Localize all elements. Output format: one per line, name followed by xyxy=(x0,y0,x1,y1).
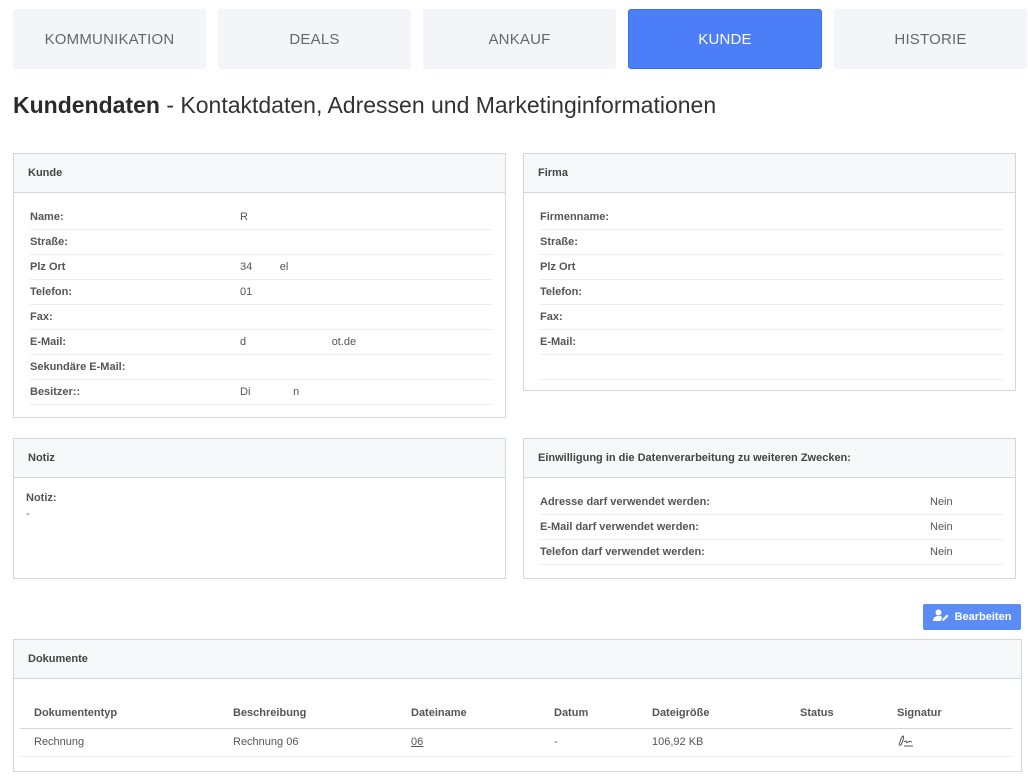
notiz-panel-title: Notiz xyxy=(14,439,505,478)
firma-label-plz-ort: Plz Ort xyxy=(540,261,576,273)
kunde-label-name: Name: xyxy=(30,211,64,223)
consent-value-adresse: Nein xyxy=(930,496,953,508)
firma-row-empty xyxy=(540,355,1003,380)
cell-dokumententyp: Rechnung xyxy=(20,728,219,757)
col-signatur: Signatur xyxy=(883,698,1012,729)
kunde-row-plz-ort: Plz Ort 34 el xyxy=(30,255,492,280)
kunde-value-plz-ort: 34 el xyxy=(240,261,289,273)
kunde-row-besitzer: Besitzer:: Di n xyxy=(30,380,492,405)
kunde-row-name: Name: R xyxy=(30,205,492,230)
cell-status xyxy=(786,728,883,757)
edit-button[interactable]: Bearbeiten xyxy=(923,604,1021,630)
tab-kunde[interactable]: KUNDE xyxy=(628,9,822,69)
cell-beschreibung: Rechnung 06 xyxy=(219,728,397,757)
kunde-row-fax: Fax: xyxy=(30,305,492,330)
document-file-link[interactable]: 06 xyxy=(411,736,423,748)
kunde-label-besitzer: Besitzer:: xyxy=(30,386,81,398)
documents-table: Dokumententyp Beschreibung Dateiname Dat… xyxy=(20,698,1012,757)
col-dokumententyp: Dokumententyp xyxy=(20,698,219,729)
firma-row-email: E-Mail: xyxy=(540,330,1003,355)
consent-row-adresse: Adresse darf verwendet werden: Nein xyxy=(540,490,1003,515)
kunde-label-strasse: Straße: xyxy=(30,236,68,248)
user-edit-icon xyxy=(932,609,949,625)
edit-button-label: Bearbeiten xyxy=(954,611,1012,623)
tab-deals[interactable]: DEALS xyxy=(218,9,411,69)
firma-row-firmenname: Firmenname: xyxy=(540,205,1003,230)
firma-row-telefon: Telefon: xyxy=(540,280,1003,305)
tab-ankauf[interactable]: ANKAUF xyxy=(423,9,616,69)
firma-row-strasse: Straße: xyxy=(540,230,1003,255)
kunde-label-sekundaer-email: Sekundäre E-Mail: xyxy=(30,361,126,373)
notiz-label: Notiz: xyxy=(26,492,57,504)
kunde-label-fax: Fax: xyxy=(30,311,53,323)
cell-datum: - xyxy=(540,728,638,757)
kunde-label-telefon: Telefon: xyxy=(30,286,72,298)
col-dateiname: Dateiname xyxy=(397,698,540,729)
col-datum: Datum xyxy=(540,698,638,729)
consent-panel-title: Einwilligung in die Datenverarbeitung zu… xyxy=(524,439,1015,478)
kunde-value-email: d ot.de xyxy=(240,336,357,348)
firma-row-plz-ort: Plz Ort xyxy=(540,255,1003,280)
tab-historie[interactable]: HISTORIE xyxy=(834,9,1027,69)
page-title-bold: Kundendaten xyxy=(13,92,160,118)
signature-icon[interactable] xyxy=(897,734,915,751)
page-title-rest: - Kontaktdaten, Adressen und Marketingin… xyxy=(159,92,717,118)
dokumente-panel-title: Dokumente xyxy=(14,640,1021,679)
firma-label-strasse: Straße: xyxy=(540,236,578,248)
firma-label-telefon: Telefon: xyxy=(540,286,582,298)
consent-label-email: E-Mail darf verwendet werden: xyxy=(540,521,699,533)
kunde-value-besitzer: Di n xyxy=(240,386,300,398)
kunde-label-email: E-Mail: xyxy=(30,336,67,348)
cell-dateigroesse: 106,92 KB xyxy=(638,728,786,757)
firma-label-email: E-Mail: xyxy=(540,336,577,348)
firma-panel-title: Firma xyxy=(524,154,1015,193)
consent-row-telefon: Telefon darf verwendet werden: Nein xyxy=(540,540,1003,565)
firma-row-fax: Fax: xyxy=(540,305,1003,330)
firma-label-fax: Fax: xyxy=(540,311,563,323)
kunde-row-strasse: Straße: xyxy=(30,230,492,255)
kunde-row-sekundaer-email: Sekundäre E-Mail: xyxy=(30,355,492,380)
firma-label-firmenname: Firmenname: xyxy=(540,211,610,223)
consent-label-telefon: Telefon darf verwendet werden: xyxy=(540,546,705,558)
consent-panel: Einwilligung in die Datenverarbeitung zu… xyxy=(523,438,1016,579)
firma-panel: Firma Firmenname: Straße: Plz Ort Telefo… xyxy=(523,153,1016,391)
table-row: Rechnung Rechnung 06 06 - 106,92 KB xyxy=(20,728,1012,757)
notiz-panel: Notiz Notiz: - xyxy=(13,438,506,579)
consent-row-email: E-Mail darf verwendet werden: Nein xyxy=(540,515,1003,540)
consent-value-telefon: Nein xyxy=(930,546,953,558)
tab-bar: KOMMUNIKATION DEALS ANKAUF KUNDE HISTORI… xyxy=(13,9,1027,69)
col-beschreibung: Beschreibung xyxy=(219,698,397,729)
notiz-value: - xyxy=(26,508,30,520)
col-dateigroesse: Dateigröße xyxy=(638,698,786,729)
kunde-row-email: E-Mail: d ot.de xyxy=(30,330,492,355)
consent-label-adresse: Adresse darf verwendet werden: xyxy=(540,496,710,508)
tab-kommunikation[interactable]: KOMMUNIKATION xyxy=(13,9,206,69)
kunde-value-telefon: 01 xyxy=(240,286,253,298)
col-status: Status xyxy=(786,698,883,729)
kunde-panel-title: Kunde xyxy=(14,154,505,193)
page-title: Kundendaten - Kontaktdaten, Adressen und… xyxy=(13,92,716,119)
kunde-row-telefon: Telefon: 01 xyxy=(30,280,492,305)
consent-value-email: Nein xyxy=(930,521,953,533)
kunde-value-name: R xyxy=(240,211,248,223)
kunde-label-plz-ort: Plz Ort xyxy=(30,261,66,273)
kunde-panel: Kunde Name: R Straße: Plz Ort 34 el Telefo… xyxy=(13,153,506,418)
table-header-row: Dokumententyp Beschreibung Dateiname Dat… xyxy=(20,698,1012,729)
